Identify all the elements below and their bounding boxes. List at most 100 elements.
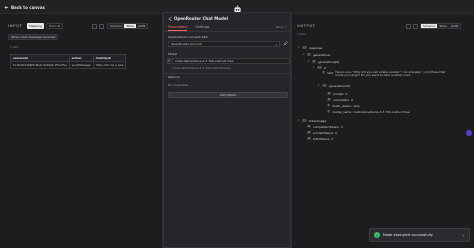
- tree-value: stop: [353, 103, 360, 108]
- tree-row[interactable]: # promptTokens 0: [303, 130, 337, 135]
- type-tag: T: [327, 103, 331, 108]
- tree-key: completionTokens: [313, 124, 339, 129]
- cell-action[interactable]: sendMessage: [68, 61, 94, 69]
- view-schema[interactable]: Schema: [108, 24, 125, 28]
- credential-label: Credential to connect with: [168, 35, 208, 39]
- output-title: OUTPUT: [297, 24, 316, 28]
- type-tag: []: [312, 59, 316, 64]
- close-icon[interactable]: ×: [462, 233, 465, 238]
- toast-message: Node executed successfully: [383, 233, 433, 237]
- tree-key: promptTokens: [313, 130, 334, 135]
- credential-value: OpenRouter account: [171, 42, 202, 46]
- model-hint: meta-llama/llama-3.3-70b-instruct:free: [172, 66, 231, 70]
- tree-row[interactable]: Ttext Here's one: "Why did you call a fak…: [318, 70, 453, 77]
- chevron-down-icon[interactable]: ▾: [313, 66, 315, 69]
- success-toast: ✓ Node executed successfully ×: [369, 228, 470, 242]
- arrow-left-icon: [4, 5, 8, 9]
- tree-row[interactable]: Tfinish_reason stop: [323, 103, 360, 108]
- type-tag: #: [307, 130, 312, 135]
- type-tag: #: [327, 97, 332, 102]
- options-divider: [164, 73, 292, 74]
- search-icon[interactable]: [406, 24, 411, 29]
- tree-row[interactable]: # totalTokens 0: [303, 136, 333, 141]
- output-item-count: 1 item: [297, 32, 306, 36]
- search-icon[interactable]: [92, 24, 97, 29]
- type-tag: {}: [302, 118, 308, 123]
- tree-row[interactable]: ▾{} 0: [313, 65, 326, 70]
- tree-row[interactable]: Tmodel_name meta-llama/llama-3.3-70b-inst…: [323, 109, 410, 114]
- from-ai-button[interactable]: From AI: [46, 23, 64, 29]
- tree-row[interactable]: # completionTokens 0: [303, 124, 343, 129]
- fixed-expression-toggle[interactable]: ▪: [167, 58, 171, 64]
- chevron-down-icon[interactable]: ▾: [318, 84, 320, 87]
- pin-icon[interactable]: [413, 24, 418, 29]
- tree-value: meta-llama/llama-3.3-70b-instruct:free: [353, 109, 410, 114]
- type-tag: #: [307, 124, 312, 129]
- type-tag: {}: [317, 65, 323, 70]
- modal-header: OpenRouter Chat Model: [168, 16, 228, 21]
- ai-assistant-badge[interactable]: [466, 130, 472, 136]
- tree-value: 0: [335, 130, 338, 135]
- tree-row[interactable]: ▾{} generationInfo: [318, 83, 350, 88]
- type-tag: #: [327, 91, 332, 96]
- table-row: 5c7b41f1a96f4c6ba1de30e6-1f5cef5e sendMe…: [10, 61, 127, 69]
- output-view-toggle[interactable]: Schema Table JSON: [420, 23, 462, 29]
- trigger-node-select[interactable]: When chat message received: [8, 34, 59, 40]
- pin-icon[interactable]: [99, 24, 104, 29]
- modal-title: OpenRouter Chat Model: [174, 16, 228, 21]
- add-option-button[interactable]: Add Option: [168, 92, 288, 98]
- node-select[interactable]: Mapping: [27, 23, 44, 29]
- chevron-down-icon: ▾: [275, 43, 277, 47]
- tree-key: tokenUsage: [309, 118, 327, 123]
- type-tag: []: [307, 52, 311, 57]
- view-json[interactable]: JSON: [448, 24, 461, 28]
- view-schema[interactable]: Schema: [421, 24, 438, 28]
- tree-key: completion: [333, 97, 350, 102]
- tabs-divider: [164, 31, 292, 32]
- cell-session-id[interactable]: 5c7b41f1a96f4c6ba1de30e6-1f5cef5e: [10, 61, 70, 69]
- tree-key: totalTokens: [313, 136, 330, 141]
- output-panel: OUTPUT Schema Table JSON 1 item ▾{} respo…: [291, 14, 474, 248]
- tree-key: finish_reason: [332, 103, 352, 108]
- col-header: chatInput: [92, 54, 127, 62]
- options-label: Options: [168, 75, 180, 79]
- chevron-down-icon[interactable]: ▾: [303, 53, 305, 56]
- tree-key: model_name: [332, 109, 352, 114]
- model-label: Model: [168, 52, 178, 56]
- tree-key: response: [309, 45, 323, 50]
- model-input[interactable]: meta-llama/llama-3.3-70b-instruct:free: [172, 58, 290, 64]
- tree-row[interactable]: ▾[] generations[0]: [308, 59, 339, 64]
- tree-row[interactable]: ▾{} tokenUsage: [298, 118, 326, 123]
- node-settings-modal: OpenRouter Chat Model Parameters Setting…: [163, 12, 292, 248]
- back-to-canvas-button[interactable]: Back to canvas: [4, 3, 45, 11]
- tree-row[interactable]: # completion 0: [323, 97, 353, 102]
- tree-row[interactable]: ▾{} response: [298, 45, 322, 50]
- chevron-down-icon[interactable]: ▾: [298, 119, 300, 122]
- tree-key: text: [327, 71, 334, 75]
- type-tag: #: [307, 136, 312, 141]
- credential-select[interactable]: OpenRouter account ▾: [168, 41, 280, 47]
- type-tag: T: [327, 109, 331, 114]
- view-table[interactable]: Table: [437, 24, 449, 28]
- openrouter-icon: [168, 17, 172, 20]
- input-table: sessionId action chatInput 5c7b41f1a96f4…: [10, 54, 127, 69]
- model-value: meta-llama/llama-3.3-70b-instruct:free: [175, 59, 234, 63]
- tree-row[interactable]: ▾[] generations: [303, 52, 330, 57]
- tree-key: generations: [312, 52, 331, 57]
- edit-credential-icon[interactable]: [283, 41, 288, 46]
- col-header: sessionId: [10, 54, 70, 62]
- tree-key: generationInfo: [329, 83, 351, 88]
- chevron-down-icon[interactable]: ▾: [298, 46, 300, 49]
- input-view-toggle[interactable]: Schema Table JSON: [107, 23, 149, 29]
- tree-value: 0: [331, 136, 334, 141]
- tree-key: prompt: [333, 91, 344, 96]
- input-title: INPUT: [8, 24, 23, 28]
- tree-row[interactable]: # prompt 0: [323, 91, 347, 96]
- view-json[interactable]: JSON: [135, 24, 148, 28]
- trigger-label: When chat message received: [11, 35, 56, 39]
- chevron-down-icon[interactable]: ▾: [308, 60, 310, 63]
- docs-link[interactable]: Docs ↗: [276, 25, 287, 29]
- view-table[interactable]: Table: [124, 24, 136, 28]
- type-tag: {}: [322, 83, 328, 88]
- cell-chat-input[interactable]: Hello, tell me a joke: [92, 61, 127, 69]
